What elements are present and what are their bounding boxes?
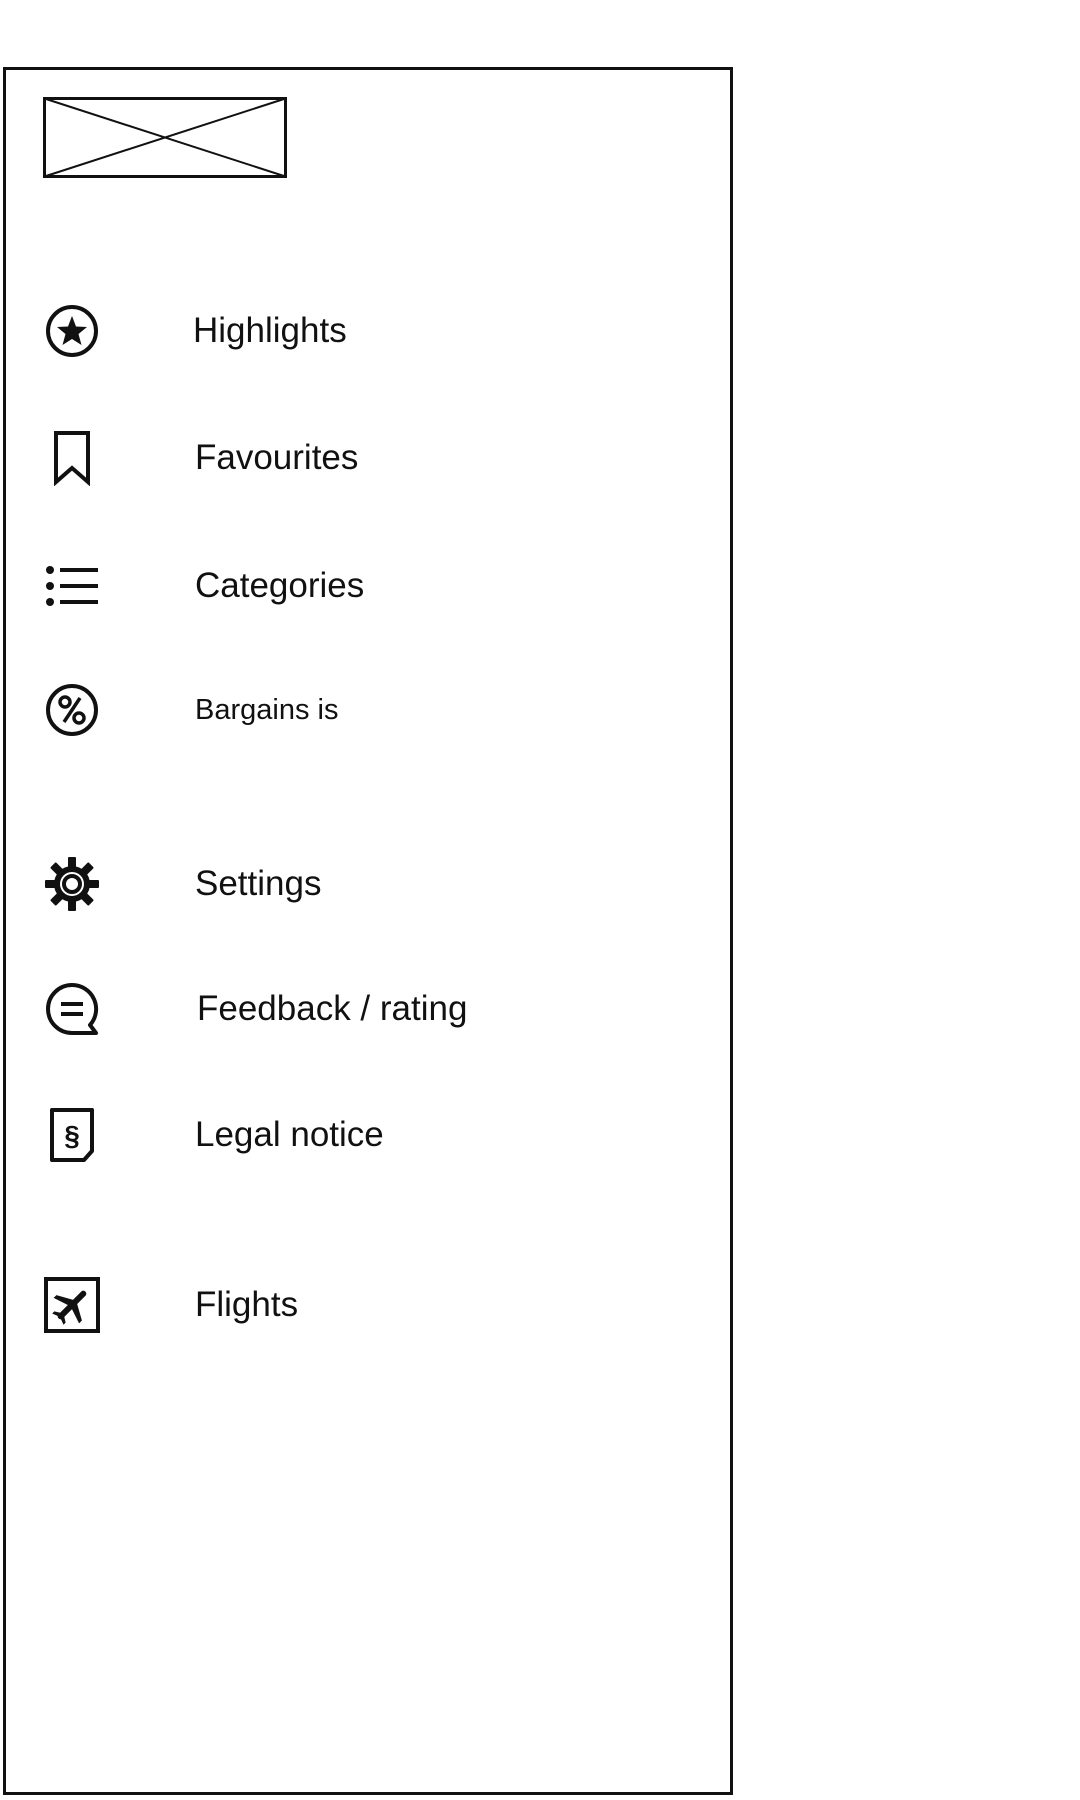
menu-item-label: Legal notice: [195, 1115, 384, 1154]
menu-item-favourites[interactable]: Favourites: [6, 418, 730, 498]
section-document-icon: §: [44, 1107, 100, 1163]
menu-item-label: Highlights: [193, 311, 347, 350]
menu-item-highlights[interactable]: Highlights: [6, 291, 730, 371]
menu-item-label: Bargains is: [195, 694, 339, 726]
navigation-drawer: Highlights Favourites Categories Bargain…: [3, 67, 733, 1795]
menu-item-categories[interactable]: Categories: [6, 546, 730, 626]
svg-text:§: §: [64, 1120, 80, 1151]
logo-placeholder-image: [43, 97, 287, 178]
star-circle-icon: [44, 303, 100, 359]
menu-item-label: Feedback / rating: [197, 989, 468, 1028]
menu-item-label: Settings: [195, 864, 322, 903]
menu-item-label: Categories: [195, 566, 365, 605]
gear-icon: [44, 856, 100, 912]
menu-item-settings[interactable]: Settings: [6, 844, 730, 924]
list-icon: [44, 558, 100, 614]
menu-item-feedback[interactable]: Feedback / rating: [6, 969, 730, 1049]
menu-item-bargains[interactable]: Bargains is: [6, 670, 730, 750]
menu-item-label: Flights: [195, 1285, 299, 1324]
airplane-square-icon: [44, 1277, 100, 1333]
chat-bubble-icon: [44, 981, 100, 1037]
percent-circle-icon: [44, 682, 100, 738]
image-placeholder-icon: [43, 97, 287, 178]
bookmark-icon: [44, 430, 100, 486]
menu-item-flights[interactable]: Flights: [6, 1265, 730, 1345]
menu-item-legal-notice[interactable]: § Legal notice: [6, 1095, 730, 1175]
menu-item-label: Favourites: [195, 438, 359, 477]
